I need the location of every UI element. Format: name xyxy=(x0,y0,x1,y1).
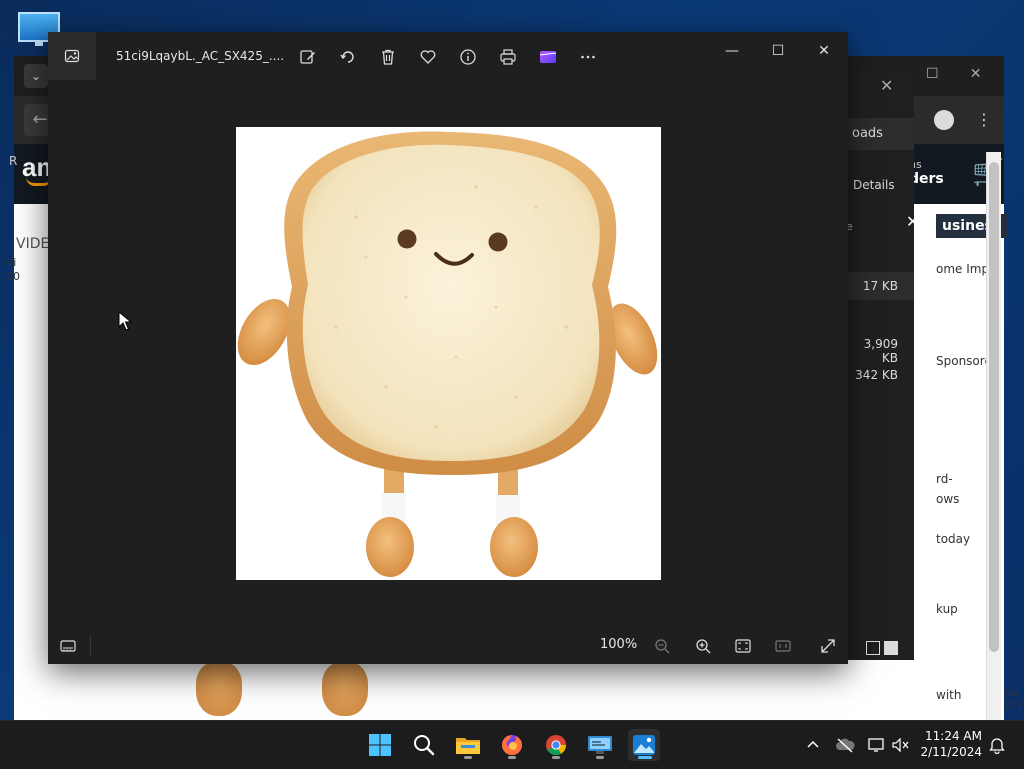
sidebar-text-item[interactable]: ows xyxy=(936,492,959,506)
toast-plush-picture xyxy=(237,131,658,577)
edit-icon[interactable] xyxy=(296,46,320,68)
sidebar-text-item[interactable]: rd- xyxy=(936,472,953,486)
actual-size-icon[interactable] xyxy=(771,634,795,658)
download-size: 342 KB xyxy=(855,368,898,382)
view-toggle[interactable] xyxy=(866,640,906,660)
taskbar: 11:24 AM 2/11/2024 xyxy=(0,720,1024,769)
more-icon[interactable] xyxy=(576,46,600,68)
minimize-button[interactable]: — xyxy=(716,40,748,62)
browser-window-controls[interactable]: ☐ ✕ xyxy=(926,66,981,82)
delete-icon[interactable] xyxy=(376,46,400,68)
photos-app-taskbar-icon[interactable] xyxy=(628,729,660,761)
network-icon[interactable] xyxy=(866,733,888,757)
separator xyxy=(90,636,91,656)
info-icon[interactable] xyxy=(456,46,480,68)
downloads-close-icon[interactable]: ✕ xyxy=(880,76,893,95)
start-button[interactable] xyxy=(364,729,396,761)
fit-to-window-icon[interactable] xyxy=(731,634,755,658)
file-name: 51ci9LqaybL._AC_SX425_.... xyxy=(116,49,285,63)
close-button[interactable]: ✕ xyxy=(808,40,840,62)
favorite-icon[interactable] xyxy=(416,46,440,68)
zoom-level[interactable]: 100% xyxy=(600,637,637,652)
downloads-panel xyxy=(846,70,914,660)
full-screen-icon[interactable] xyxy=(816,634,840,658)
header-letter: R xyxy=(9,154,18,168)
sidebar-text-item[interactable]: with xyxy=(936,688,961,702)
viewer-title-bar: 51ci9LqaybL._AC_SX425_.... — ☐ ✕ xyxy=(48,32,848,80)
browser-scrollbar[interactable] xyxy=(986,152,1001,720)
photos-viewer-window: 51ci9LqaybL._AC_SX425_.... — ☐ ✕ 100% xyxy=(48,32,848,664)
clock-time: 11:24 AM xyxy=(925,729,982,743)
tab-list-button[interactable]: ⌄ xyxy=(24,64,48,88)
sidebar-text-item[interactable]: Sponsore xyxy=(936,354,992,368)
mouse-cursor-icon xyxy=(118,311,132,331)
firefox-icon[interactable] xyxy=(496,729,528,761)
downloads-header: oads xyxy=(846,118,914,150)
viewer-bottom-bar: 100% xyxy=(48,628,848,664)
volume-muted-icon[interactable] xyxy=(890,733,912,757)
blurred-product-foot xyxy=(322,662,368,716)
filmstrip-icon[interactable] xyxy=(56,634,80,658)
clock-date: 2/11/2024 xyxy=(920,745,982,759)
video-label: VIDE xyxy=(16,236,50,252)
print-icon[interactable] xyxy=(496,46,520,68)
chrome-icon[interactable] xyxy=(540,729,572,761)
onedrive-offline-icon[interactable] xyxy=(834,733,856,757)
download-size: 3,909 KB xyxy=(863,337,898,365)
remote-desktop-icon[interactable] xyxy=(584,729,616,761)
sidebar-text-item[interactable]: kup xyxy=(936,602,958,616)
show-hidden-icons-chevron-icon[interactable] xyxy=(802,733,824,757)
file-explorer-icon[interactable] xyxy=(452,729,484,761)
photo-image[interactable] xyxy=(236,127,661,580)
rotate-icon[interactable] xyxy=(336,46,360,68)
clipchamp-icon[interactable] xyxy=(536,46,560,68)
edge-text: ew 157 xyxy=(1004,688,1024,711)
details-link[interactable]: Details xyxy=(853,178,895,192)
blurred-product-foot xyxy=(196,662,242,716)
maximize-button[interactable]: ☐ xyxy=(762,40,794,62)
returns-orders-link[interactable]: ns ders xyxy=(909,158,944,187)
search-icon[interactable] xyxy=(408,729,440,761)
more-menu-icon[interactable]: ⋮ xyxy=(976,110,992,129)
clock[interactable]: 11:24 AM 2/11/2024 xyxy=(918,728,982,760)
download-size: 17 KB xyxy=(862,279,898,293)
left-text: Vi 20 xyxy=(6,256,20,283)
photos-app-icon[interactable] xyxy=(48,32,96,80)
zoom-in-icon[interactable] xyxy=(691,634,715,658)
zoom-out-icon[interactable] xyxy=(650,634,674,658)
notifications-bell-icon[interactable] xyxy=(986,733,1008,757)
sidebar-text-item[interactable]: today xyxy=(936,532,970,546)
profile-icon[interactable] xyxy=(934,110,954,130)
close-icon[interactable]: ✕ xyxy=(906,212,919,231)
